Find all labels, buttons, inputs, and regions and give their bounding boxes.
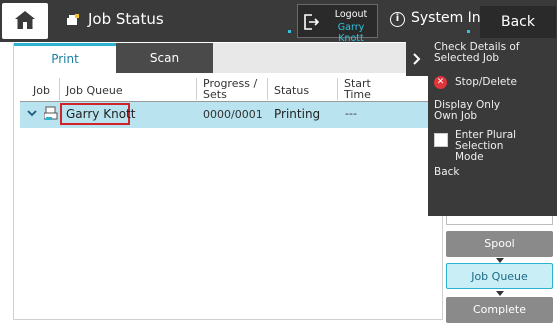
column-divider — [196, 78, 197, 100]
menu-item-display-own-job[interactable]: Display Only Own Job — [434, 100, 504, 122]
action-menu: Check Details of Selected Job ✕ Stop/Del… — [428, 38, 557, 216]
job-queue-name: Garry Knott — [66, 107, 136, 121]
column-divider — [337, 78, 338, 100]
logout-button[interactable]: Logout Garry Knott — [297, 4, 378, 44]
back-button[interactable]: Back — [480, 6, 556, 38]
job-start-time: --- — [345, 107, 357, 120]
menu-toggle[interactable] — [406, 42, 428, 76]
column-divider — [59, 78, 60, 100]
column-divider — [267, 78, 268, 100]
indicator-dot — [288, 30, 291, 33]
menu-item-back[interactable]: Back — [434, 167, 460, 178]
job-progress: 0000/0001 — [203, 108, 263, 121]
table-row[interactable]: Garry Knott 0000/0001 Printing --- — [20, 102, 442, 128]
complete-button[interactable]: Complete — [446, 297, 553, 323]
indicator-dot — [467, 30, 470, 33]
x-circle-icon: ✕ — [434, 76, 447, 89]
spool-button[interactable]: Spool — [446, 231, 553, 257]
stop-delete-label: Stop/Delete — [455, 76, 517, 88]
column-header-start-time: Start Time — [344, 77, 371, 101]
home-button[interactable] — [2, 3, 48, 39]
top-bar: Job Status Logout Garry Knott i System In… — [0, 0, 557, 44]
plural-selection-checkbox[interactable] — [434, 133, 448, 147]
plural-selection-label: Enter Plural Selection Mode — [455, 129, 517, 163]
tab-scan[interactable]: Scan — [116, 43, 213, 73]
menu-item-check-details[interactable]: Check Details of Selected Job — [434, 42, 522, 64]
job-queue-button[interactable]: Job Queue — [446, 263, 553, 289]
job-status-icon — [67, 14, 79, 25]
logout-label: Logout — [334, 9, 368, 20]
column-header-progress: Progress / Sets — [203, 77, 258, 101]
tab-print[interactable]: Print — [14, 43, 116, 73]
logout-icon — [304, 14, 319, 30]
chevron-right-icon — [413, 53, 421, 65]
job-status: Printing — [274, 107, 321, 121]
info-icon: i — [390, 12, 405, 27]
page-title: Job Status — [88, 10, 164, 28]
print-job-icon — [44, 106, 58, 120]
chevron-down-icon — [27, 110, 37, 117]
logged-in-user: Garry Knott — [337, 22, 365, 44]
home-icon — [15, 11, 35, 29]
arrow-down-icon — [496, 291, 504, 296]
